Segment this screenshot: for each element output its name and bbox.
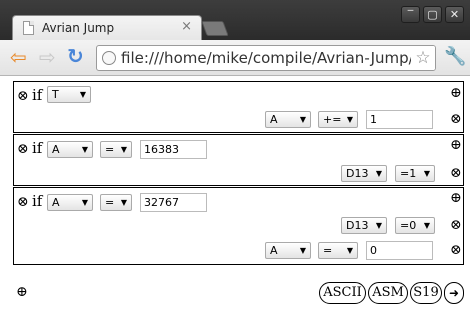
if-keyword: if: [32, 192, 43, 210]
document-icon: [23, 21, 34, 35]
tab-title: Avrian Jump: [42, 21, 115, 35]
action-target-select[interactable]: D13 ▼: [341, 165, 387, 182]
dropdown-arrow-icon: ▼: [299, 246, 306, 255]
condition-compare-select[interactable]: = ▼: [100, 141, 132, 158]
dropdown-arrow-icon: ▼: [346, 246, 353, 255]
remove-action-icon[interactable]: ⊗: [450, 166, 462, 180]
browser-toolbar: ⇦ ⇨ ↻ file:///home/mike/compile/Avrian-J…: [0, 40, 470, 76]
select-value: =: [105, 196, 115, 209]
dropdown-arrow-icon: ▼: [375, 221, 382, 230]
reload-icon[interactable]: ↻: [67, 44, 84, 68]
dropdown-arrow-icon: ▼: [346, 115, 353, 124]
browser-tab[interactable]: Avrian Jump ×: [12, 15, 202, 41]
remove-action-icon[interactable]: ⊗: [450, 243, 462, 257]
select-value: =: [323, 244, 333, 257]
remove-action-icon[interactable]: ⊗: [450, 218, 462, 232]
action-operator-select[interactable]: += ▼: [318, 111, 358, 128]
dropdown-arrow-icon: ▼: [299, 115, 306, 124]
action-operator-select[interactable]: =1 ▼: [395, 165, 435, 182]
page-info-icon[interactable]: [102, 51, 116, 65]
maximize-button[interactable]: ▢: [423, 6, 442, 23]
action-target-select[interactable]: A ▼: [265, 111, 311, 128]
s19-button[interactable]: S19: [410, 282, 442, 304]
address-bar[interactable]: file:///home/mike/compile/Avrian-Jump/av…: [96, 45, 436, 71]
add-condition-icon[interactable]: ⊕: [450, 191, 462, 205]
condition-register-select[interactable]: A ▼: [47, 194, 93, 211]
wrench-menu-icon[interactable]: 🔧: [444, 46, 466, 67]
dropdown-arrow-icon: ▼: [79, 90, 86, 99]
select-value: A: [270, 244, 278, 257]
add-condition-icon[interactable]: ⊕: [450, 86, 462, 100]
remove-block-icon[interactable]: ⊗: [17, 142, 29, 156]
condition-value-input[interactable]: 16383: [140, 140, 207, 159]
bookmark-star-icon[interactable]: ☆: [411, 46, 435, 70]
select-value: =1: [400, 167, 417, 180]
remove-block-icon[interactable]: ⊗: [17, 195, 29, 209]
select-value: A: [52, 196, 60, 209]
minimize-button[interactable]: ‾: [401, 6, 420, 23]
close-window-button[interactable]: ✕: [445, 6, 464, 23]
select-value: D13: [346, 219, 369, 232]
run-arrow-icon[interactable]: ➜: [444, 282, 464, 304]
tab-close-icon[interactable]: ×: [181, 19, 192, 34]
back-arrow-icon[interactable]: ⇦: [10, 45, 27, 69]
select-value: A: [52, 143, 60, 156]
ascii-button[interactable]: ASCII: [319, 282, 366, 304]
condition-value-input[interactable]: 32767: [140, 193, 207, 212]
dropdown-arrow-icon: ▼: [423, 169, 430, 178]
dropdown-arrow-icon: ▼: [120, 198, 127, 207]
action-target-select[interactable]: A ▼: [265, 242, 311, 259]
if-block: ⊗ if A ▼ = ▼ 16383 ⊕ D13 ▼ =1 ▼ ⊗: [13, 134, 464, 186]
dropdown-arrow-icon: ▼: [120, 145, 127, 154]
select-value: +=: [323, 113, 342, 126]
select-value: =0: [400, 219, 417, 232]
remove-block-icon[interactable]: ⊗: [17, 89, 29, 103]
condition-register-select[interactable]: A ▼: [47, 141, 93, 158]
action-target-select[interactable]: D13 ▼: [341, 217, 387, 234]
dropdown-arrow-icon: ▼: [375, 169, 382, 178]
forward-arrow-icon[interactable]: ⇨: [39, 45, 56, 69]
dropdown-arrow-icon: ▼: [81, 145, 88, 154]
if-keyword: if: [32, 86, 43, 104]
add-condition-icon[interactable]: ⊕: [450, 138, 462, 152]
select-value: D13: [346, 167, 369, 180]
if-block: ⊗ if A ▼ = ▼ 32767 ⊕ D13 ▼ =0 ▼ ⊗ A ▼ = ▼ 0 ⊗: [13, 187, 464, 265]
if-block: ⊗ if T ▼ ⊕ A ▼ += ▼ 1 ⊗: [13, 81, 464, 133]
window-controls: ‾ ▢ ✕: [401, 6, 464, 23]
add-block-icon[interactable]: ⊕: [16, 285, 28, 299]
select-value: A: [270, 113, 278, 126]
dropdown-arrow-icon: ▼: [81, 198, 88, 207]
condition-register-select[interactable]: T ▼: [47, 86, 91, 103]
asm-button[interactable]: ASM: [368, 282, 408, 304]
select-value: T: [52, 88, 59, 101]
action-operator-select[interactable]: =0 ▼: [395, 217, 435, 234]
action-value-input[interactable]: 0: [366, 241, 433, 260]
select-value: =: [105, 143, 115, 156]
action-value-input[interactable]: 1: [366, 110, 433, 129]
url-text[interactable]: file:///home/mike/compile/Avrian-Jump/av…: [121, 49, 435, 67]
action-operator-select[interactable]: = ▼: [318, 242, 358, 259]
new-tab-button[interactable]: [201, 21, 229, 36]
title-bar: Avrian Jump × ‾ ▢ ✕: [0, 0, 470, 41]
if-keyword: if: [32, 139, 43, 157]
remove-action-icon[interactable]: ⊗: [450, 112, 462, 126]
dropdown-arrow-icon: ▼: [423, 221, 430, 230]
condition-compare-select[interactable]: = ▼: [100, 194, 132, 211]
